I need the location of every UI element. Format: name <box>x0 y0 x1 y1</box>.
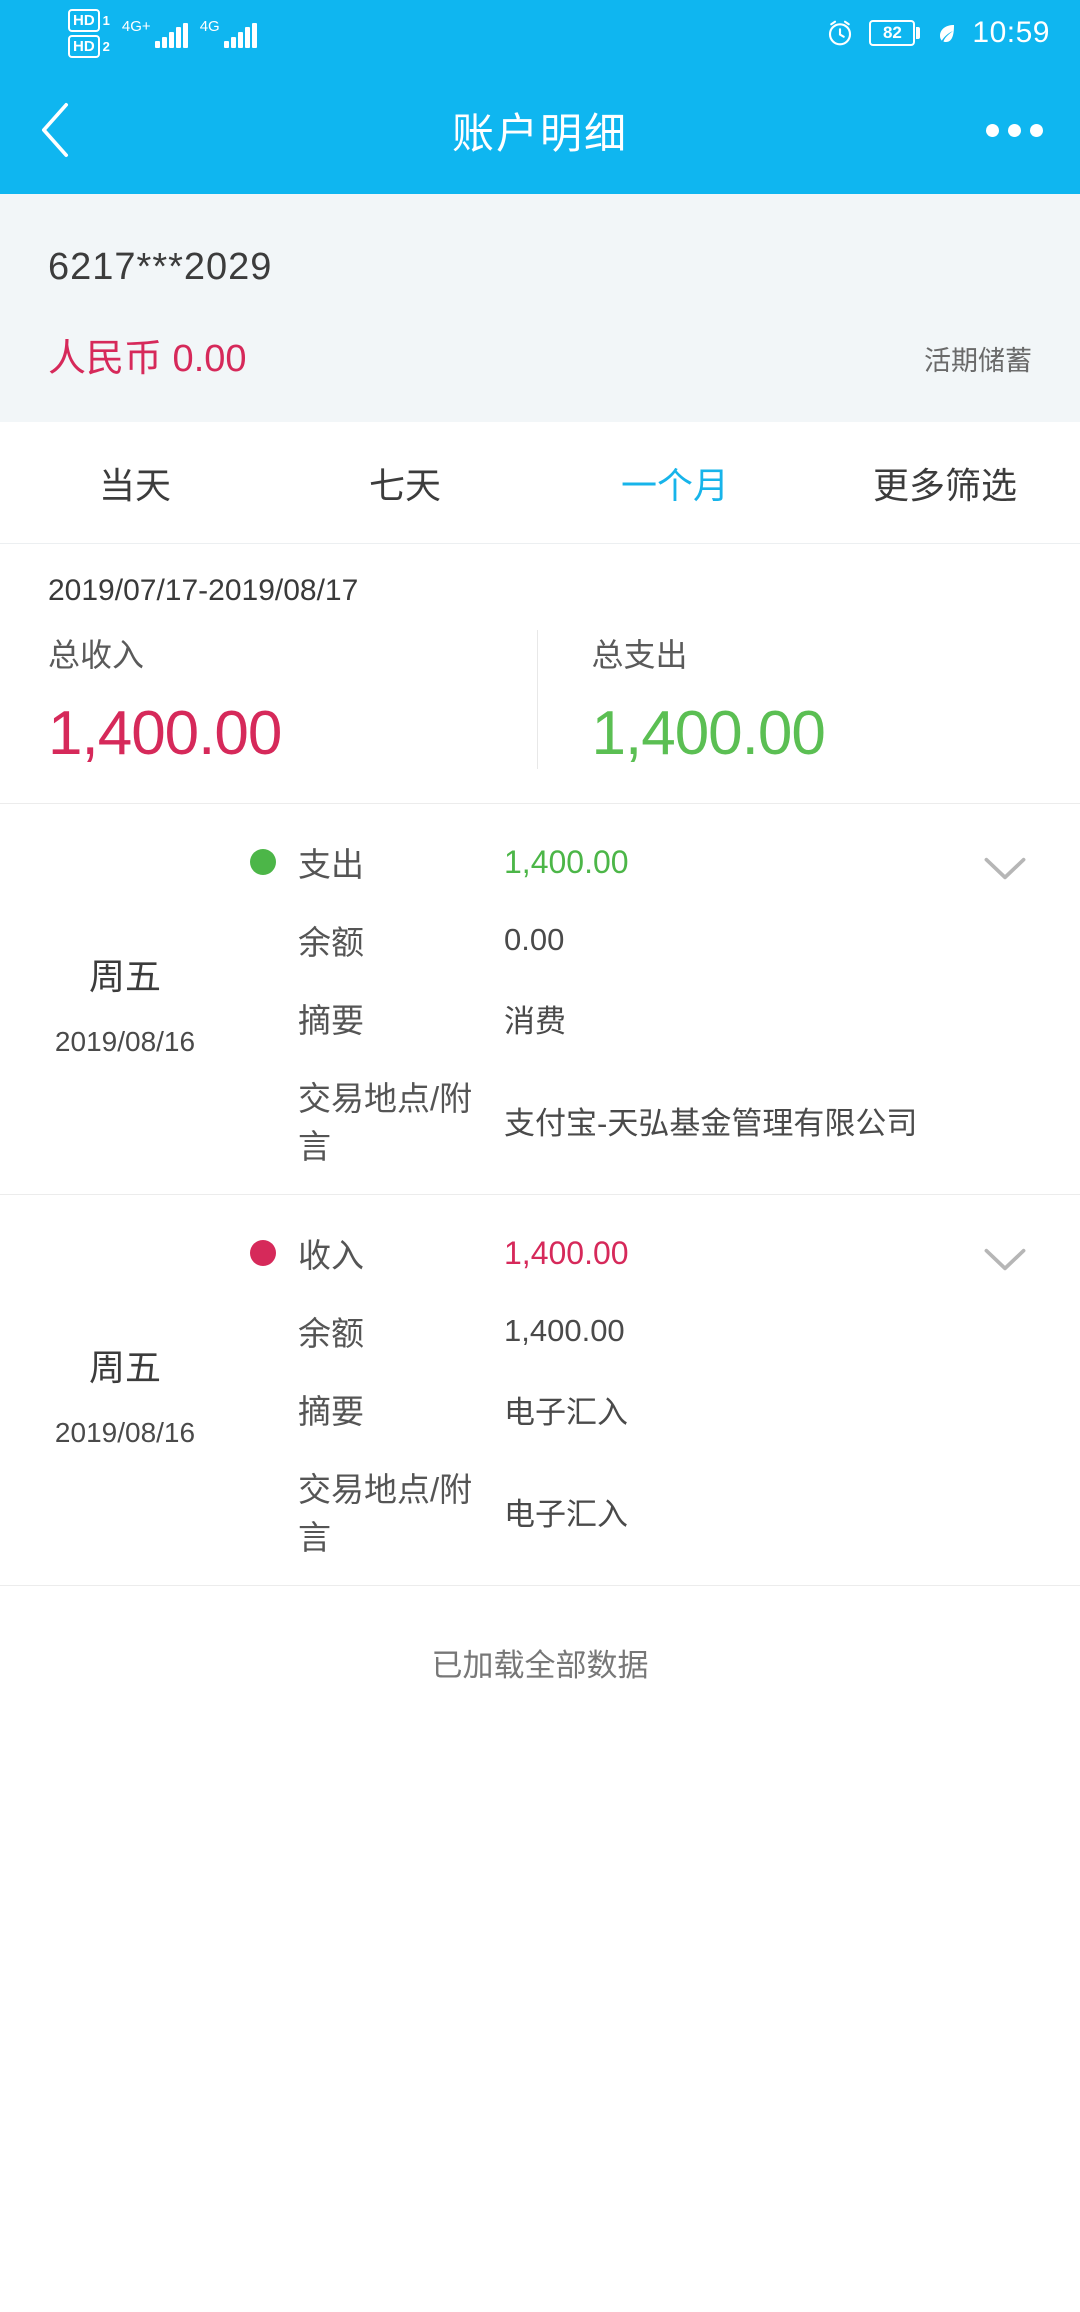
tab-label: 更多筛选 <box>872 464 1017 506</box>
transaction-balance-value: 1,400.00 <box>504 1313 625 1348</box>
alarm-icon <box>829 20 852 46</box>
battery-icon: 82 <box>869 20 921 46</box>
tab-more-filters[interactable]: 更多筛选 <box>810 422 1080 543</box>
transaction-date: 2019/08/16 <box>54 1026 196 1057</box>
tab-label: 一个月 <box>620 464 729 506</box>
transaction-place-label: 交易地点/附言 <box>298 1471 473 1556</box>
total-income-block: 总收入 1,400.00 <box>0 630 537 769</box>
transaction-details: 支出 1,400.00 余额 0.00 摘要 消费 交易地点/附言 支付宝-天弘… <box>250 838 1080 1168</box>
hd-label-1: HD <box>68 8 100 32</box>
transaction-place-line: 交易地点/附言 支付宝-天弘基金管理有限公司 <box>250 1072 1040 1168</box>
transaction-balance-line: 余额 1,400.00 <box>250 1307 1040 1355</box>
status-bar-right: 82 10:59 <box>825 16 1050 50</box>
leaf-icon <box>940 25 955 42</box>
filter-tabs: 当天 七天 一个月 更多筛选 <box>0 422 1080 544</box>
transaction-summary-line: 摘要 电子汇入 <box>250 1385 1040 1433</box>
tab-label: 当天 <box>98 464 171 506</box>
signal-indicator-2: 4G <box>200 19 257 48</box>
network-type-2: 4G <box>199 17 220 35</box>
back-chevron-icon <box>41 102 69 158</box>
end-of-list-note: 已加载全部数据 <box>0 1586 1080 1685</box>
transaction-details: 收入 1,400.00 余额 1,400.00 摘要 电子汇入 交易地点/附言 … <box>250 1229 1080 1559</box>
total-expense-label: 总支出 <box>591 637 688 673</box>
transaction-balance-line: 余额 0.00 <box>250 916 1040 964</box>
sim2-hd-indicator: HD 2 <box>68 34 110 58</box>
spacer-dot <box>250 1107 276 1133</box>
transaction-balance-label: 余额 <box>298 924 364 961</box>
tab-label: 七天 <box>368 464 441 506</box>
more-options-icon-dot <box>1007 123 1021 137</box>
transaction-amount: 1,400.00 <box>504 843 629 880</box>
status-bar-left: HD 1 HD 2 4G+ 4G <box>68 8 257 58</box>
transaction-date: 2019/08/16 <box>54 1417 196 1448</box>
more-options-icon-dot <box>985 123 999 137</box>
transaction-summary-value: 消费 <box>504 1003 566 1039</box>
more-options-icon-dot <box>1029 123 1043 137</box>
transaction-amount: 1,400.00 <box>504 1234 629 1271</box>
battery-percent: 82 <box>882 23 902 42</box>
network-type-1: 4G+ <box>121 17 151 35</box>
tab-today[interactable]: 当天 <box>0 422 270 543</box>
transaction-row[interactable]: 周五 2019/08/16 支出 1,400.00 余额 0.00 摘要 消费 … <box>0 804 1080 1195</box>
status-bar-clock: 10:59 <box>972 16 1050 49</box>
tab-seven-days[interactable]: 七天 <box>270 422 540 543</box>
total-expense-value: 1,400.00 <box>591 699 826 768</box>
spacer-dot <box>250 1498 276 1524</box>
transaction-balance-label: 余额 <box>298 1315 364 1352</box>
hd-label-2: HD <box>68 34 100 58</box>
spacer-dot <box>250 1318 276 1344</box>
tab-one-month[interactable]: 一个月 <box>540 422 810 543</box>
date-range-label: 2019/07/17-2019/08/17 <box>48 574 359 607</box>
transaction-place-value: 电子汇入 <box>504 1496 628 1532</box>
account-balance: 人民币 0.00 <box>48 338 247 380</box>
signal-indicator-1: 4G+ <box>122 19 188 48</box>
chevron-down-icon[interactable] <box>982 856 1028 882</box>
transaction-row[interactable]: 周五 2019/08/16 收入 1,400.00 余额 1,400.00 摘要… <box>0 1195 1080 1586</box>
transaction-balance-value: 0.00 <box>504 922 565 957</box>
transaction-weekday: 周五 <box>88 956 161 997</box>
spacer-dot <box>250 927 276 953</box>
total-income-label: 总收入 <box>48 637 145 673</box>
account-balance-row: 人民币 0.00 活期储蓄 <box>48 327 1032 382</box>
transaction-type-line: 支出 1,400.00 <box>250 838 1040 886</box>
total-income-value: 1,400.00 <box>48 699 282 768</box>
period-summary: 2019/07/17-2019/08/17 总收入 1,400.00 总支出 1… <box>0 544 1080 804</box>
transaction-type-dot-icon <box>250 1240 276 1266</box>
chevron-down-icon[interactable] <box>982 1247 1028 1273</box>
page-title: 账户明细 <box>451 109 628 157</box>
back-button[interactable] <box>0 66 110 194</box>
account-summary-card[interactable]: 6217***2029 人民币 0.00 活期储蓄 <box>0 194 1080 422</box>
transaction-type-label: 支出 <box>298 846 364 883</box>
transaction-summary-label: 摘要 <box>298 1393 364 1430</box>
summary-grid: 总收入 1,400.00 总支出 1,400.00 <box>0 630 1080 769</box>
total-expense-block: 总支出 1,400.00 <box>536 630 1080 769</box>
transaction-place-line: 交易地点/附言 电子汇入 <box>250 1463 1040 1559</box>
transaction-type-label: 收入 <box>298 1237 364 1274</box>
dual-sim-indicators: HD 1 HD 2 <box>68 8 110 58</box>
transaction-date-column: 周五 2019/08/16 <box>0 838 250 1168</box>
sim-index-1: 1 <box>102 12 110 28</box>
sim1-hd-indicator: HD 1 <box>68 8 110 32</box>
status-bar: HD 1 HD 2 4G+ 4G 82 10:59 <box>0 0 1080 66</box>
account-type-badge: 活期储蓄 <box>924 346 1032 376</box>
transaction-summary-value: 电子汇入 <box>504 1394 628 1430</box>
transaction-weekday: 周五 <box>88 1347 161 1388</box>
transaction-type-line: 收入 1,400.00 <box>250 1229 1040 1277</box>
sim-index-2: 2 <box>102 38 110 54</box>
account-number: 6217***2029 <box>48 246 273 288</box>
transaction-summary-label: 摘要 <box>298 1002 364 1039</box>
transaction-place-value: 支付宝-天弘基金管理有限公司 <box>504 1105 918 1141</box>
transaction-summary-line: 摘要 消费 <box>250 994 1040 1042</box>
app-header: 账户明细 <box>0 66 1080 194</box>
spacer-dot <box>250 1005 276 1031</box>
transaction-place-label: 交易地点/附言 <box>298 1080 473 1165</box>
transaction-date-column: 周五 2019/08/16 <box>0 1229 250 1559</box>
signal-bars-icon-2 <box>223 22 257 48</box>
spacer-dot <box>250 1396 276 1422</box>
more-options-button[interactable] <box>960 66 1080 194</box>
transaction-type-dot-icon <box>250 849 276 875</box>
signal-bars-icon-1 <box>154 22 188 48</box>
